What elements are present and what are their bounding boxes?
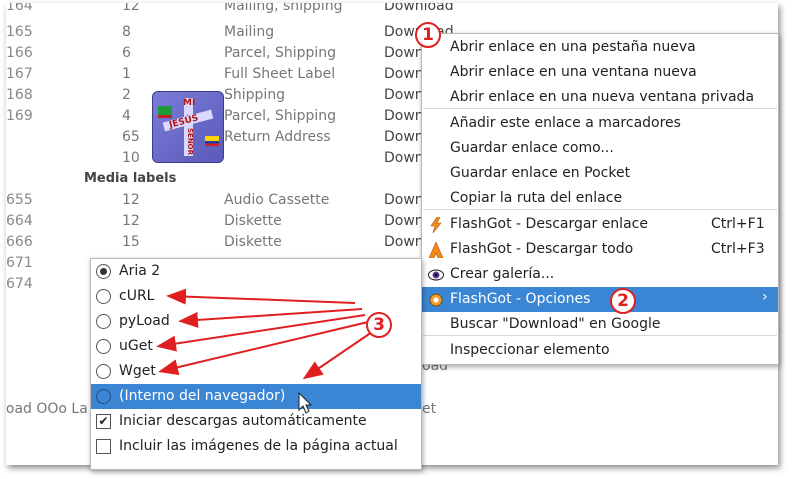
callout-3: 3 <box>366 312 392 338</box>
callout-1: 1 <box>415 22 441 48</box>
arrow-to-internal <box>302 329 376 380</box>
callout-2: 2 <box>610 288 636 314</box>
mouse-cursor-icon <box>298 391 313 414</box>
arrow-to-curl <box>166 288 356 305</box>
annotation-arrows <box>156 288 376 414</box>
